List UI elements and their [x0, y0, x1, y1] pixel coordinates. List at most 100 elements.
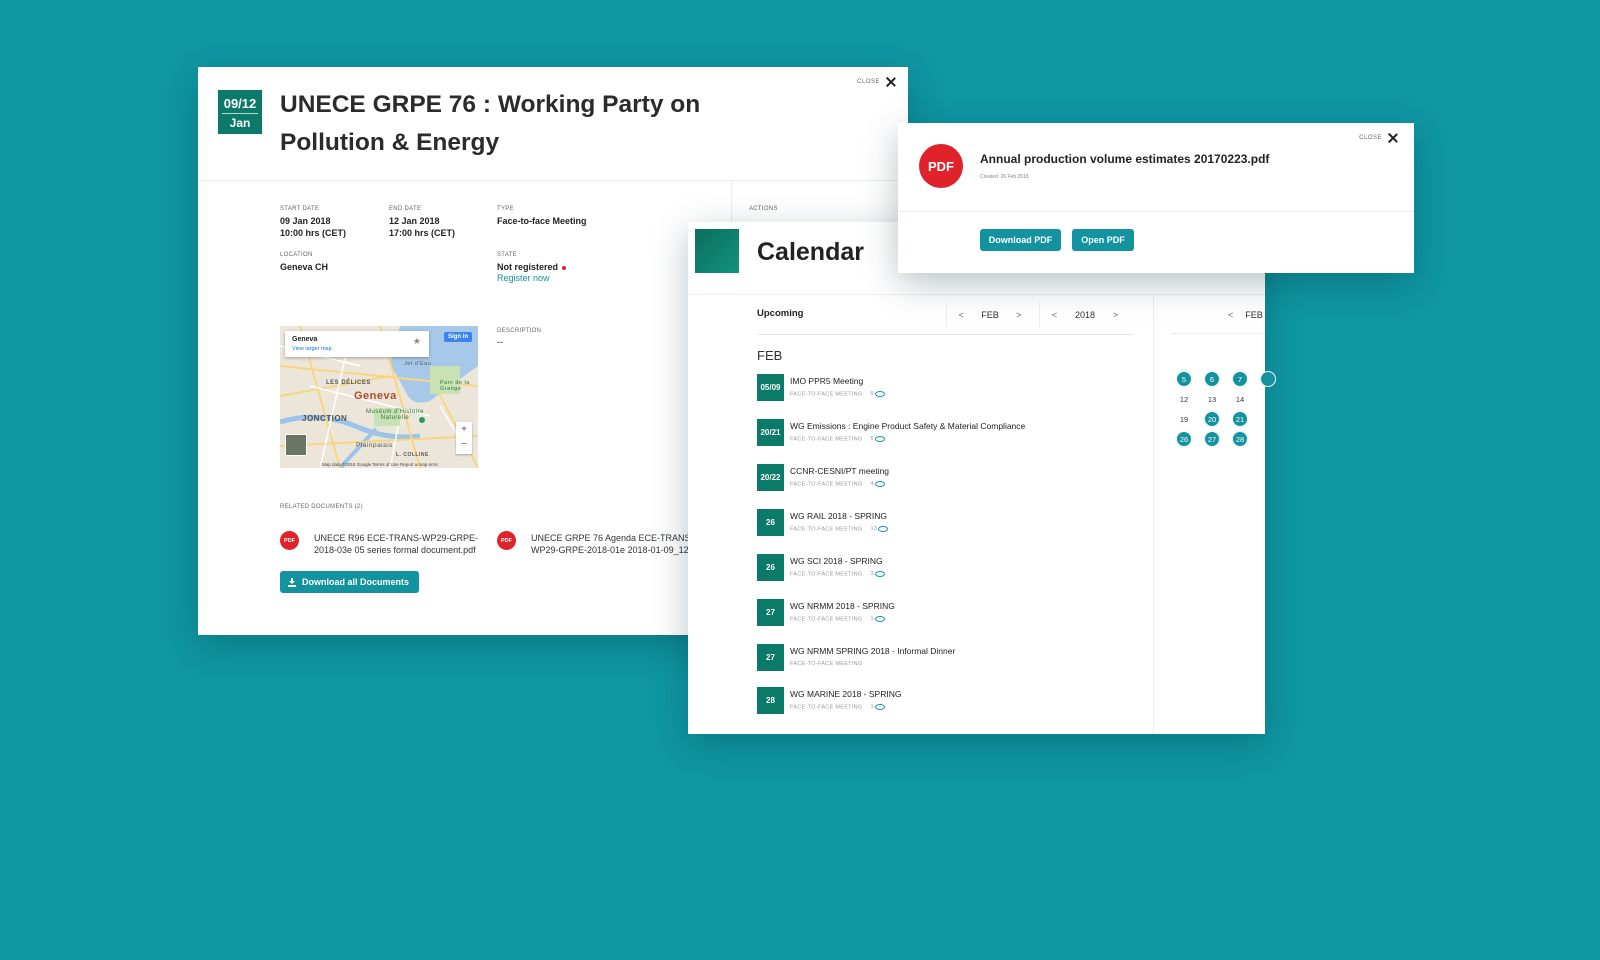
mini-calendar-day[interactable]: 14 [1232, 391, 1248, 407]
mini-calendar-divider [1171, 333, 1265, 334]
mini-calendar-day[interactable]: 13 [1204, 391, 1220, 407]
event-name: WG NRMM SPRING 2018 - Informal Dinner [790, 646, 956, 656]
mini-calendar-day[interactable]: 12 [1176, 391, 1192, 407]
year-selector: < 2018 > [1043, 302, 1127, 328]
calendar-event-item[interactable]: 26 WG RAIL 2018 - SPRING FACE-TO-FACE MEET… [757, 509, 1137, 539]
map-sign-in-button[interactable]: Sign in [444, 332, 472, 342]
start-date-label: START DATE [280, 206, 320, 212]
pdf-close-button[interactable]: CLOSE [1359, 133, 1398, 143]
month-heading: FEB [757, 348, 783, 363]
download-pdf-button[interactable]: Download PDF [980, 229, 1061, 251]
map-zoom-control[interactable]: + − [456, 422, 472, 454]
mini-calendar-day[interactable]: 19 [1176, 411, 1192, 427]
event-date-badge: 05/09 [757, 374, 784, 401]
mini-calendar-day[interactable]: 27 [1204, 431, 1220, 447]
start-time-value: 10:00 hrs (CET) [280, 228, 347, 238]
map-label: Plainpalais [356, 442, 393, 449]
event-name: IMO PPR5 Meeting [790, 376, 864, 386]
mini-month-value: FEB [1245, 310, 1263, 320]
calendar-event-item[interactable]: 28 WG MARINE 2018 - SPRING FACE-TO-FACE ME… [757, 687, 1137, 717]
description-value: -- [497, 337, 503, 347]
event-type-text: FACE-TO-FACE MEETING [790, 436, 863, 443]
eye-icon [874, 616, 885, 622]
map-label: L. COLLINE [396, 452, 429, 458]
map-label: Jet d'Eau [404, 361, 432, 367]
month-value: FEB [981, 310, 999, 320]
event-date-badge: 26 [757, 554, 784, 581]
document-name-line: UNECE GRPE 76 Agenda ECE-TRANS- [531, 533, 691, 543]
mini-calendar-day[interactable]: 28 [1232, 431, 1248, 447]
open-pdf-button[interactable]: Open PDF [1072, 229, 1134, 251]
event-name: CCNR-CESNI/PT meeting [790, 466, 890, 476]
event-type: FACE-TO-FACE MEETING 4 [790, 481, 885, 487]
event-date-badge: 27 [757, 599, 784, 626]
calendar-event-item[interactable]: 20/22 CCNR-CESNI/PT meeting FACE-TO-FACE M… [757, 464, 1137, 494]
close-label: CLOSE [1359, 135, 1382, 141]
document-link[interactable]: UNECE R96 ECE-TRANS-WP29-GRPE- 2018-03e … [314, 532, 494, 556]
date-divider [222, 113, 258, 114]
event-type: FACE-TO-FACE MEETING 1 [790, 704, 885, 710]
type-label: TYPE [497, 206, 514, 212]
close-icon [886, 77, 896, 87]
calendar-event-item[interactable]: 27 WG NRMM 2018 - SPRING FACE-TO-FACE MEET… [757, 599, 1137, 629]
calendar-logo [695, 229, 739, 273]
prev-month-button[interactable]: < [959, 310, 964, 320]
type-value: Face-to-face Meeting [497, 216, 587, 226]
end-time-value: 17:00 hrs (CET) [389, 228, 456, 238]
nav-divider [1039, 302, 1040, 328]
mini-calendar-day[interactable]: 20 [1204, 411, 1220, 427]
calendar-header-divider [688, 294, 1265, 295]
eye-icon [874, 436, 885, 442]
calendar-column-divider [1153, 294, 1154, 734]
mini-calendar-day[interactable]: 5 [1176, 371, 1192, 387]
event-type-text: FACE-TO-FACE MEETING [790, 616, 863, 623]
next-year-button[interactable]: > [1113, 310, 1118, 320]
register-now-link[interactable]: Register now [497, 273, 550, 283]
event-close-button[interactable]: CLOSE [857, 77, 896, 87]
attendee-count: 3 [870, 571, 874, 578]
mini-prev-button[interactable]: < [1228, 310, 1233, 320]
calendar-event-item[interactable]: 05/09 IMO PPR5 Meeting FACE-TO-FACE MEETIN… [757, 374, 1137, 404]
document-name-line: 2018-03e 05 series formal document.pdf [314, 545, 476, 555]
calendar-event-item[interactable]: 26 WG SCI 2018 - SPRING FACE-TO-FACE MEETI… [757, 554, 1137, 584]
attendee-count: 1 [870, 616, 874, 623]
satellite-toggle[interactable] [285, 434, 307, 456]
location-map[interactable]: Geneva View larger map ★ Sign in LES DÉL… [280, 326, 478, 468]
calendar-event-item[interactable]: 27 WG NRMM SPRING 2018 - Informal Dinner F… [757, 644, 1137, 674]
mini-calendar-day[interactable]: 26 [1176, 431, 1192, 447]
mini-calendar-day-partial[interactable] [1260, 371, 1276, 387]
event-type-text: FACE-TO-FACE MEETING [790, 391, 863, 398]
upcoming-label: Upcoming [757, 308, 804, 319]
event-title: UNECE GRPE 76 : Working Party on Polluti… [280, 91, 701, 156]
related-documents-label: RELATED DOCUMENTS (2) [280, 504, 363, 510]
zoom-out-icon[interactable]: − [456, 437, 472, 452]
eye-icon [874, 704, 885, 710]
mini-calendar-day[interactable]: 6 [1204, 371, 1220, 387]
mini-calendar-day[interactable]: 21 [1232, 411, 1248, 427]
mini-calendar-nav: < FEB [1228, 302, 1263, 328]
document-link[interactable]: UNECE GRPE 76 Agenda ECE-TRANS- WP29-GRP… [531, 532, 691, 556]
star-icon[interactable]: ★ [413, 336, 421, 347]
eye-icon [874, 481, 885, 487]
calendar-event-item[interactable]: 20/21 WG Emissions : Engine Product Safet… [757, 419, 1137, 449]
download-all-documents-button[interactable]: Download all Documents [280, 571, 420, 593]
calendar-panel: Calendar Upcoming < FEB > < 2018 > FEB 0… [688, 222, 1276, 734]
actions-label: ACTIONS [749, 206, 778, 212]
next-month-button[interactable]: > [1016, 310, 1021, 320]
prev-year-button[interactable]: < [1052, 310, 1057, 320]
description-label: DESCRIPTION [497, 328, 542, 334]
event-type-text: FACE-TO-FACE MEETING [790, 571, 863, 578]
attendee-count: 5 [870, 436, 874, 443]
event-type-text: FACE-TO-FACE MEETING [790, 661, 863, 667]
download-icon [288, 577, 296, 587]
pdf-icon: PDF [497, 531, 516, 550]
list-divider [757, 334, 1134, 335]
attendee-count: 6 [870, 391, 874, 398]
view-larger-map-link[interactable]: View larger map [292, 346, 332, 352]
status-dot-icon [562, 265, 567, 270]
mini-calendar-day[interactable]: 7 [1232, 371, 1248, 387]
zoom-in-icon[interactable]: + [456, 422, 472, 437]
event-name: WG Emissions : Engine Product Safety & M… [790, 421, 1026, 431]
event-name: WG NRMM 2018 - SPRING [790, 601, 895, 611]
event-date-badge: 27 [757, 644, 784, 671]
